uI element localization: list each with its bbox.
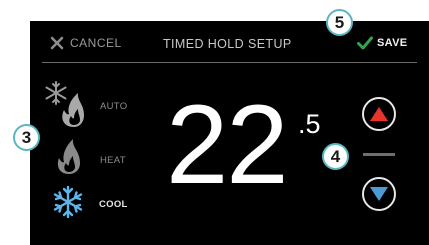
temperature-decimal: .5 (298, 109, 321, 139)
increase-temperature-button[interactable] (362, 97, 396, 131)
up-arrow-icon (370, 107, 388, 121)
save-button[interactable]: SAVE (357, 35, 407, 51)
callout-3: 3 (13, 124, 40, 151)
mode-auto-label: AUTO (100, 101, 128, 112)
down-arrow-icon (370, 187, 388, 201)
snowflake-flame-icon (45, 81, 84, 127)
mode-auto[interactable]: AUTO (44, 79, 154, 129)
temperature-value: 22 (166, 82, 289, 207)
decrease-temperature-button[interactable] (362, 177, 396, 211)
page-title: TIMED HOLD SETUP (163, 37, 292, 51)
callout-4: 4 (322, 143, 349, 170)
snowflake-icon (53, 185, 83, 219)
thermostat-screen: CANCEL TIMED HOLD SETUP SAVE AUTO HEAT C… (30, 21, 429, 245)
cancel-label: CANCEL (70, 36, 122, 50)
callout-5: 5 (326, 9, 353, 36)
mode-cool[interactable]: COOL (44, 185, 154, 221)
save-label: SAVE (377, 37, 408, 49)
checkmark-icon (357, 36, 373, 50)
arrow-divider (363, 153, 395, 156)
header-bar: CANCEL TIMED HOLD SETUP SAVE (30, 21, 429, 63)
mode-cool-label: COOL (99, 199, 128, 210)
close-icon (50, 36, 64, 50)
header-divider (42, 62, 417, 63)
cancel-button[interactable]: CANCEL (50, 35, 122, 51)
flame-icon (57, 139, 80, 174)
mode-heat-label: HEAT (100, 155, 126, 166)
mode-heat[interactable]: HEAT (44, 137, 154, 177)
